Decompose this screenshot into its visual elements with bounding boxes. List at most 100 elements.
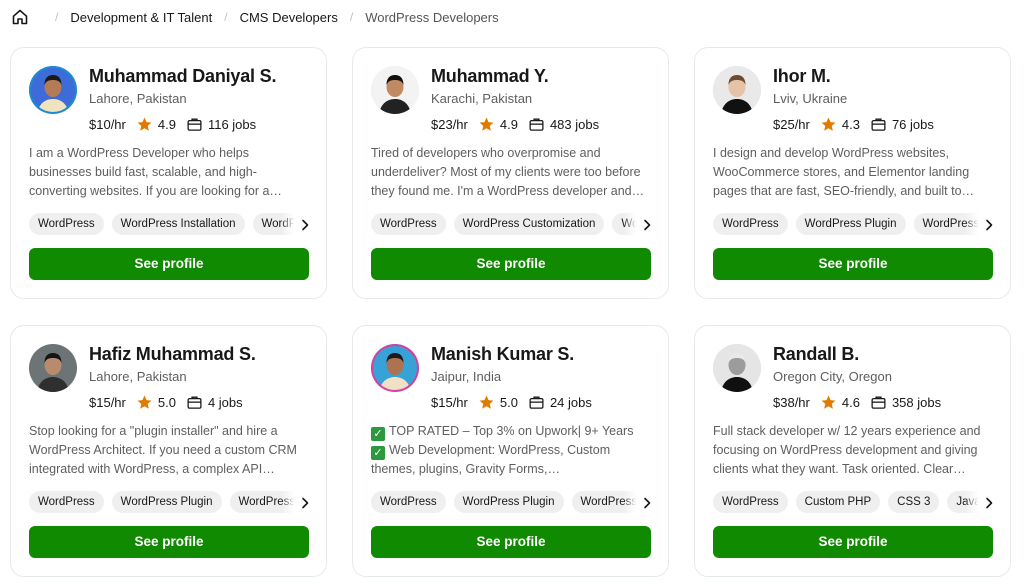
star-icon [136, 116, 153, 133]
see-profile-button[interactable]: See profile [29, 248, 309, 280]
chevron-right-icon[interactable] [965, 213, 995, 237]
checkmark-icon: ✓ [371, 427, 385, 441]
freelancer-location: Karachi, Pakistan [431, 91, 533, 106]
skill-tag[interactable]: WordPress Plugin [795, 213, 906, 235]
jobs-count: 358 jobs [891, 394, 942, 410]
breadcrumb-link-development[interactable]: Development & IT Talent [70, 10, 212, 25]
chevron-right-icon[interactable] [623, 213, 653, 237]
checkmark-icon: ✓ [371, 446, 385, 460]
skill-tag[interactable]: WordPress [713, 213, 788, 235]
skill-tag[interactable]: WordPress [29, 213, 104, 235]
skill-tag[interactable]: WordPress Customization [453, 213, 605, 235]
breadcrumb: / Development & IT Talent / CMS Develope… [11, 6, 499, 28]
hourly-rate: $10/hr [89, 116, 126, 132]
skill-tag[interactable]: CSS 3 [888, 491, 940, 513]
home-icon[interactable] [11, 8, 29, 26]
avatar[interactable] [29, 344, 77, 392]
star-icon [478, 394, 495, 411]
freelancer-location: Lviv, Ukraine [773, 91, 848, 106]
freelancer-name[interactable]: Ihor M. [773, 66, 831, 87]
freelancer-stats: $15/hr 5.0 4 jobs [89, 392, 243, 412]
skill-tag[interactable]: WordPress Installation [111, 213, 245, 235]
avatar[interactable] [713, 344, 761, 392]
freelancer-card[interactable]: Ihor M. Lviv, Ukraine $25/hr 4.3 76 jobs… [694, 47, 1011, 299]
breadcrumb-current: WordPress Developers [365, 9, 499, 25]
avatar[interactable] [371, 344, 419, 392]
jobs-count: 76 jobs [891, 116, 934, 132]
avatar[interactable] [29, 66, 77, 114]
freelancer-card[interactable]: Hafiz Muhammad S. Lahore, Pakistan $15/h… [10, 325, 327, 577]
freelancer-stats: $38/hr 4.6 358 jobs [773, 392, 941, 412]
chevron-right-icon[interactable] [281, 491, 311, 515]
rating-value: 5.0 [157, 394, 176, 410]
freelancer-card[interactable]: Randall B. Oregon City, Oregon $38/hr 4.… [694, 325, 1011, 577]
rating-value: 5.0 [499, 394, 518, 410]
jobs-count: 483 jobs [549, 116, 600, 132]
avatar[interactable] [713, 66, 761, 114]
avatar[interactable] [371, 66, 419, 114]
jobs-count: 4 jobs [207, 394, 243, 410]
freelancer-name[interactable]: Muhammad Daniyal S. [89, 66, 276, 87]
skill-tag[interactable]: WordPress [713, 491, 788, 513]
briefcase-icon [870, 116, 887, 133]
skill-tag[interactable]: WordPress Plugin [453, 491, 564, 513]
rating-value: 4.9 [499, 116, 518, 132]
freelancer-card[interactable]: Manish Kumar S. Jaipur, India $15/hr 5.0… [352, 325, 669, 577]
freelancer-name[interactable]: Manish Kumar S. [431, 344, 574, 365]
breadcrumb-link-cms[interactable]: CMS Developers [240, 10, 338, 25]
skills-list: WordPress WordPress Plugin WordPress [713, 213, 995, 237]
freelancer-location: Lahore, Pakistan [89, 369, 187, 384]
freelancer-name[interactable]: Muhammad Y. [431, 66, 549, 87]
skill-tag[interactable]: WordPress Plugin [111, 491, 222, 513]
chevron-right-icon[interactable] [281, 213, 311, 237]
freelancer-description: I am a WordPress Developer who helps bus… [29, 146, 282, 198]
see-profile-button[interactable]: See profile [29, 526, 309, 558]
freelancer-description: ✓ TOP RATED – Top 3% on Upwork| 9+ Years ✓… [371, 424, 634, 476]
hourly-rate: $15/hr [89, 394, 126, 410]
freelancer-description: Full stack developer w/ 12 years experie… [713, 424, 981, 476]
freelancer-location: Jaipur, India [431, 369, 502, 384]
breadcrumb-separator: / [55, 10, 59, 24]
freelancer-description: Stop looking for a "plugin installer" an… [29, 424, 297, 476]
hourly-rate: $25/hr [773, 116, 810, 132]
see-profile-button[interactable]: See profile [371, 526, 651, 558]
see-profile-button[interactable]: See profile [713, 248, 993, 280]
freelancer-name[interactable]: Randall B. [773, 344, 859, 365]
freelancer-location: Oregon City, Oregon [773, 369, 892, 384]
briefcase-icon [528, 394, 545, 411]
skill-tag[interactable]: Custom PHP [795, 491, 881, 513]
freelancer-stats: $10/hr 4.9 116 jobs [89, 114, 256, 134]
star-icon [820, 116, 837, 133]
chevron-right-icon[interactable] [965, 491, 995, 515]
briefcase-icon [870, 394, 887, 411]
skills-list: WordPressCustom PHPCSS 3JavaScript [713, 491, 995, 515]
skills-list: WordPressWordPress CustomizationWordPres… [371, 213, 653, 237]
skills-list: WordPress WordPress Plugin WordPress [29, 491, 311, 515]
freelancer-description: Tired of developers who overpromise and … [371, 146, 645, 198]
freelancer-card[interactable]: Muhammad Y. Karachi, Pakistan $23/hr 4.9… [352, 47, 669, 299]
briefcase-icon [186, 394, 203, 411]
jobs-count: 116 jobs [207, 116, 257, 132]
skills-list: WordPress WordPress Plugin WordPress [371, 491, 653, 515]
see-profile-button[interactable]: See profile [371, 248, 651, 280]
chevron-right-icon[interactable] [623, 491, 653, 515]
hourly-rate: $15/hr [431, 394, 468, 410]
hourly-rate: $23/hr [431, 116, 468, 132]
skill-tag[interactable]: WordPress [371, 213, 446, 235]
freelancer-card[interactable]: Muhammad Daniyal S. Lahore, Pakistan $10… [10, 47, 327, 299]
briefcase-icon [528, 116, 545, 133]
freelancer-name[interactable]: Hafiz Muhammad S. [89, 344, 256, 365]
hourly-rate: $38/hr [773, 394, 810, 410]
star-icon [478, 116, 495, 133]
rating-value: 4.3 [841, 116, 860, 132]
skill-tag[interactable]: WordPress [29, 491, 104, 513]
breadcrumb-separator: / [224, 10, 228, 24]
skill-tag[interactable]: WordPress [371, 491, 446, 513]
star-icon [136, 394, 153, 411]
freelancer-stats: $25/hr 4.3 76 jobs [773, 114, 934, 134]
freelancer-location: Lahore, Pakistan [89, 91, 187, 106]
freelancer-stats: $15/hr 5.0 24 jobs [431, 392, 592, 412]
rating-value: 4.9 [157, 116, 176, 132]
see-profile-button[interactable]: See profile [713, 526, 993, 558]
breadcrumb-separator: / [349, 10, 354, 24]
